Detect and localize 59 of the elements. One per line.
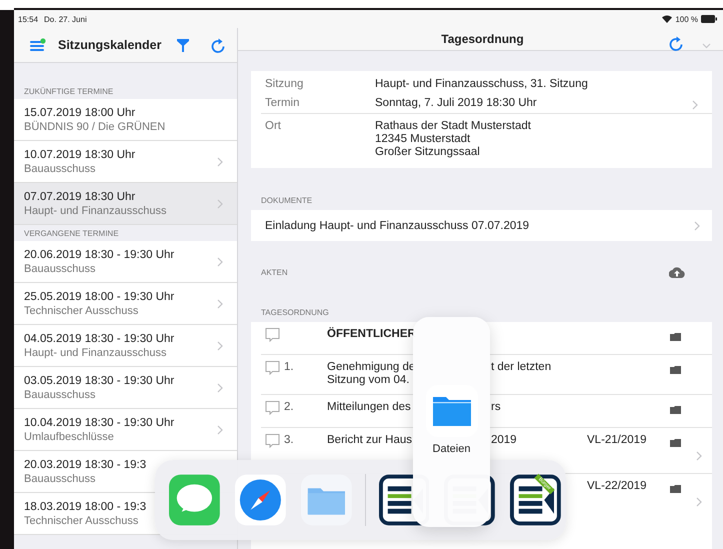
- folder-icon[interactable]: [670, 485, 681, 493]
- menu-icon[interactable]: [30, 38, 46, 52]
- info-label: Termin: [265, 97, 301, 109]
- meeting-list-item[interactable]: 20.06.2019 18:30 - 19:30 Uhr Bauausschuss: [14, 241, 237, 283]
- comment-icon[interactable]: [265, 401, 280, 415]
- agenda-number: 1.: [284, 361, 294, 373]
- document-row[interactable]: Einladung Haupt- und Finanzausschuss 07.07.2019: [251, 210, 712, 241]
- battery-percent: 100 %: [675, 14, 698, 24]
- info-label: Ort: [265, 120, 282, 132]
- folder-icon[interactable]: [670, 366, 681, 374]
- meeting-list-item[interactable]: 25.05.2019 18:00 - 19:30 Uhr Technischer Ausschuss: [14, 283, 237, 325]
- agenda-item-title: t der letzten: [491, 361, 552, 374]
- status-time: 15:54: [18, 14, 38, 24]
- agenda-item-title: Sitzung vom 04.: [327, 374, 410, 387]
- agenda-item-title: rs: [491, 401, 501, 414]
- agenda-number: 3.: [284, 434, 294, 446]
- agenda-number: 2.: [284, 401, 294, 413]
- app-label: Dateien: [432, 443, 470, 455]
- wifi-icon: [662, 15, 672, 23]
- list-app-icon[interactable]: [510, 474, 562, 526]
- speech-bubble-app-icon[interactable]: [169, 474, 220, 526]
- detail-title: Tagesordnung: [441, 32, 524, 46]
- info-label: Sitzung: [265, 78, 304, 90]
- folder-icon[interactable]: [670, 439, 681, 447]
- info-value: Rathaus der Stadt Musterstadt: [375, 120, 532, 133]
- comment-icon[interactable]: [265, 434, 280, 448]
- meeting-list-item[interactable]: 07.07.2019 18:30 Uhr Haupt- und Finanzausschuss: [14, 183, 237, 225]
- comment-icon[interactable]: [265, 361, 280, 375]
- folder-icon[interactable]: [670, 333, 681, 341]
- status-date: Do. 27. Juni: [44, 14, 87, 24]
- agenda-item-title: 2019: [491, 434, 517, 447]
- sidebar-title: Sitzungskalender: [58, 38, 162, 52]
- section-header: DOKUMENTE: [261, 196, 314, 205]
- battery-icon: [701, 15, 717, 23]
- agenda-reference: VL-21/2019: [587, 434, 646, 446]
- folder-app-icon[interactable]: [300, 474, 352, 526]
- agenda-item-title: Mitteilungen des: [327, 401, 412, 414]
- section-header: TAGESORDNUNG: [261, 308, 330, 317]
- refresh-icon[interactable]: [669, 36, 683, 51]
- agenda-item-title: ÖFFENTLICHER: [327, 328, 413, 341]
- meeting-list-item[interactable]: 04.05.2019 18:30 - 19:30 Uhr Haupt- und Finanzausschuss: [14, 325, 237, 367]
- section-header: VERGANGENE TERMINE: [23, 228, 120, 240]
- comment-icon[interactable]: [265, 328, 280, 342]
- cloud-upload-icon[interactable]: [669, 267, 685, 278]
- agenda-reference: VL-22/2019: [587, 480, 646, 492]
- info-value: Sonntag, 7. Juli 2019 18:30 Uhr: [375, 97, 538, 110]
- meeting-list-item[interactable]: 03.05.2019 18:30 - 19:30 Uhr Bauausschuss: [14, 367, 237, 409]
- refresh-icon[interactable]: [211, 38, 225, 52]
- filter-icon[interactable]: [177, 38, 189, 52]
- section-header: ZUKÜNFTIGE TERMINE: [23, 86, 114, 98]
- meeting-list-item[interactable]: 10.04.2019 18:30 - 19:30 Uhr Umlaufbeschlüsse: [14, 409, 237, 451]
- agenda-item-title: Bericht zur Haus: [327, 434, 413, 447]
- compass-app-icon[interactable]: [234, 474, 286, 526]
- info-value: Haupt- und Finanzausschuss, 31. Sitzung: [375, 78, 589, 91]
- meeting-list-item[interactable]: 15.07.2019 18:00 Uhr BÜNDNIS 90 / Die GRÜNEN: [14, 99, 237, 141]
- info-value: Großer Sitzungssaal: [375, 146, 481, 159]
- info-value: 12345 Musterstadt: [375, 133, 472, 146]
- section-header: AKTEN: [261, 268, 288, 277]
- folder-icon[interactable]: [670, 406, 681, 414]
